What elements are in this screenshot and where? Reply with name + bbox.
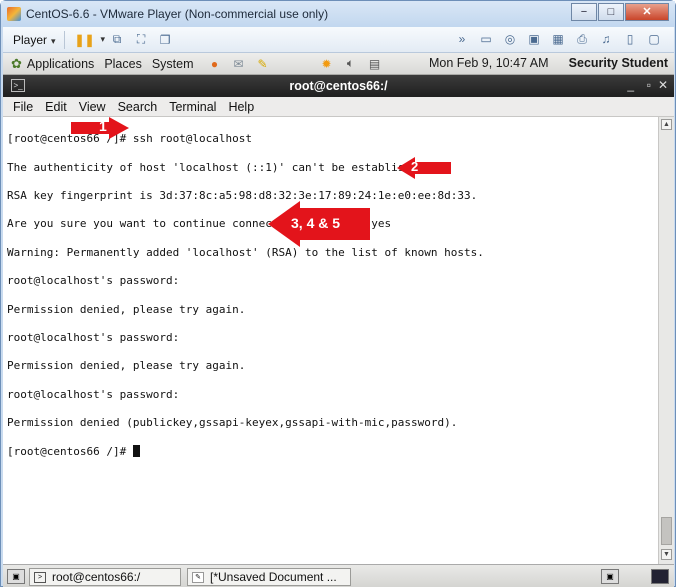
document-icon: ✎ (192, 571, 204, 583)
sound-card-icon[interactable]: ♫ (598, 32, 614, 46)
volume-icon[interactable]: 🔈︎ (342, 56, 360, 72)
taskbar-item-label: [*Unsaved Document ... (210, 570, 337, 584)
vm-titlebar: CentOS-6.6 - VMware Player (Non-commerci… (1, 1, 675, 27)
show-desktop-icon[interactable]: ▣ (7, 569, 25, 584)
terminal-line: Permission denied, please try again. (7, 359, 246, 373)
terminal-line: root@localhost's password: (7, 387, 180, 401)
player-menu[interactable]: Player ▾ (13, 33, 56, 47)
display-icon[interactable]: ▢ (646, 32, 662, 46)
menu-view[interactable]: View (79, 100, 106, 114)
player-menu-label: Player (13, 32, 48, 47)
maximize-button[interactable]: □ (598, 3, 624, 21)
close-button[interactable]: ✕ (625, 3, 669, 21)
annotation-label-1: 1 (99, 118, 107, 134)
network-adapter-icon[interactable]: ▦ (550, 32, 566, 46)
annotation-label-3: 3, 4 & 5 (291, 215, 341, 231)
usb-icon[interactable]: ▯ (622, 32, 638, 46)
terminal-line: Warning: Permanently added 'localhost' (… (7, 245, 484, 259)
terminal-title: root@centos66:/ (289, 79, 388, 93)
vmware-player-window: CentOS-6.6 - VMware Player (Non-commerci… (0, 0, 676, 587)
floppy-icon[interactable]: ▣ (526, 32, 542, 46)
network-devices-icon[interactable]: ⧉ (109, 32, 125, 47)
gnome-foot-icon: ✿ (11, 55, 22, 71)
terminal-line: root@localhost's password: (7, 331, 180, 345)
network-icon[interactable]: ▤ (366, 56, 384, 72)
scroll-up-icon[interactable]: ▲ (661, 119, 672, 130)
gnome-top-panel: ✿ Applications Places System ● ✉ ✎ ✹ 🔈︎ … (3, 53, 674, 75)
window-controls: − □ ✕ (571, 3, 669, 21)
bottom-taskbar: ▣ > root@centos66:/ ✎ [*Unsaved Document… (3, 564, 674, 587)
pause-dropdown-icon[interactable]: ▾ (101, 34, 106, 45)
menu-terminal[interactable]: Terminal (169, 100, 216, 114)
terminal-scrollbar[interactable]: ▲ ▼ (658, 117, 674, 564)
terminal-titlebar: >_ root@centos66:/ _ ▫ ✕ (3, 75, 674, 97)
annotation-label-2: 2 (411, 159, 419, 174)
minimize-button[interactable]: − (571, 3, 597, 21)
workspace-switcher-icon[interactable]: ▣ (601, 569, 619, 584)
printer-icon[interactable]: ⎙ (574, 32, 590, 46)
terminal-icon: >_ (11, 79, 25, 92)
applications-menu[interactable]: Applications (27, 57, 94, 71)
system-menu[interactable]: System (152, 57, 194, 71)
places-menu[interactable]: Places (104, 57, 142, 71)
firefox-icon[interactable]: ● (206, 56, 224, 72)
terminal-maximize-icon[interactable]: ▫ (647, 78, 651, 92)
terminal-line: Are you sure you want to continue connec… (7, 217, 392, 231)
hard-disk-icon[interactable]: ▭ (478, 32, 494, 46)
terminal-cursor (132, 444, 140, 457)
chevron-down-icon: ▾ (51, 35, 56, 46)
terminal-minimize-icon[interactable]: _ (627, 78, 634, 92)
annotation-arrow-2 (397, 157, 451, 179)
pause-icon[interactable]: ❚❚ (75, 33, 95, 47)
terminal-icon: > (34, 571, 46, 583)
menu-edit[interactable]: Edit (45, 100, 67, 114)
toolbar-divider (63, 30, 65, 49)
panel-clock[interactable]: Mon Feb 9, 10:47 AM (429, 56, 549, 70)
mail-icon[interactable]: ✉ (230, 56, 248, 72)
terminal-line: RSA key fingerprint is 3d:37:8c:a5:98:d8… (7, 189, 478, 203)
terminal-line: root@localhost's password: (7, 274, 180, 288)
menu-file[interactable]: File (13, 100, 33, 114)
user-menu[interactable]: Security Student (569, 56, 668, 70)
terminal-close-icon[interactable]: ✕ (658, 78, 668, 92)
vmware-logo-icon (7, 7, 21, 21)
taskbar-item-gedit[interactable]: ✎ [*Unsaved Document ... (187, 568, 351, 586)
vm-window-title: CentOS-6.6 - VMware Player (Non-commerci… (26, 7, 329, 21)
terminal-line: Permission denied, please try again. (7, 302, 246, 316)
trash-icon[interactable] (651, 569, 669, 584)
terminal-line: Permission denied (publickey,gssapi-keye… (7, 416, 458, 430)
updates-icon[interactable]: ✹ (318, 56, 336, 72)
fullscreen-icon[interactable]: ⛶ (133, 32, 149, 47)
menu-help[interactable]: Help (228, 100, 254, 114)
unity-icon[interactable]: ❐ (157, 33, 173, 47)
scroll-down-icon[interactable]: ▼ (661, 549, 672, 560)
player-toolbar: Player ▾ ❚❚ ▾ ⧉ ⛶ ❐ » ▭ ◎ ▣ ▦ ⎙ ♫ ▯ ▢ (3, 27, 674, 53)
terminal-prompt-line: [root@centos66 /]# (7, 444, 484, 459)
taskbar-item-label: root@centos66:/ (52, 570, 141, 584)
scroll-thumb[interactable] (661, 517, 672, 545)
terminal-menubar: File Edit View Search Terminal Help (3, 97, 674, 117)
terminal-prompt: [root@centos66 /]# (7, 444, 133, 458)
menu-search[interactable]: Search (118, 100, 158, 114)
terminal-output[interactable]: [root@centos66 /]# ssh root@localhost Th… (3, 117, 658, 564)
more-devices-icon[interactable]: » (454, 32, 470, 46)
device-icons: » ▭ ◎ ▣ ▦ ⎙ ♫ ▯ ▢ (450, 32, 666, 47)
text-editor-icon[interactable]: ✎ (254, 56, 272, 72)
cd-drive-icon[interactable]: ◎ (502, 32, 518, 46)
taskbar-item-terminal[interactable]: > root@centos66:/ (29, 568, 181, 586)
